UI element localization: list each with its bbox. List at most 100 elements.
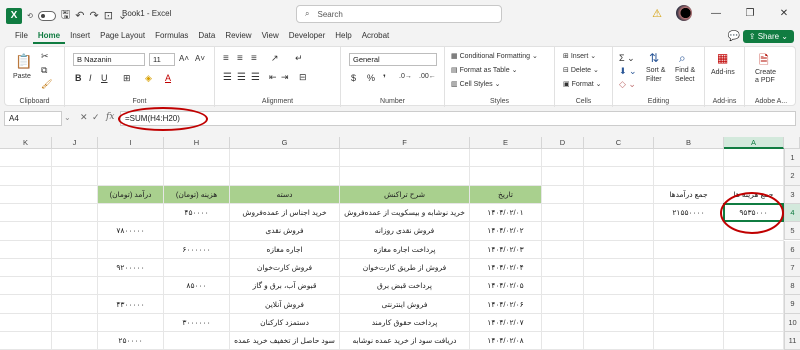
decrease-indent-icon[interactable]: ⇤ xyxy=(269,72,277,83)
tab-file[interactable]: File xyxy=(10,31,33,44)
create-pdf-button[interactable]: Create xyxy=(755,69,776,76)
cancel-icon[interactable]: ✕ xyxy=(80,112,88,123)
column-header-h[interactable]: H xyxy=(164,137,230,149)
row-header-6[interactable]: 6 xyxy=(784,240,800,259)
tab-formulas[interactable]: Formulas xyxy=(150,31,193,44)
tab-page-layout[interactable]: Page Layout xyxy=(95,31,150,44)
select-all-corner[interactable] xyxy=(784,137,800,149)
align-bottom-icon[interactable]: ≡ xyxy=(251,53,257,64)
paste-icon[interactable]: 📋 xyxy=(15,53,32,70)
tab-help[interactable]: Help xyxy=(330,31,356,44)
undo-icon[interactable]: ↶ xyxy=(75,9,84,22)
align-top-icon[interactable]: ≡ xyxy=(223,53,229,64)
delete-cells-button[interactable]: ⊟ Delete ⌄ xyxy=(563,66,599,74)
camera-icon[interactable]: ⊡ xyxy=(104,9,113,22)
align-left-icon[interactable]: ☰ xyxy=(223,72,232,83)
grow-font-icon[interactable]: A˄ xyxy=(179,54,189,63)
column-header-j[interactable]: J xyxy=(52,137,98,149)
sort-filter-button[interactable]: Sort & xyxy=(646,67,665,74)
align-center-icon[interactable]: ☰ xyxy=(237,72,246,83)
column-header-g[interactable]: G xyxy=(230,137,340,149)
row-header-1[interactable]: 1 xyxy=(784,149,800,168)
autosum-icon[interactable]: Σ ⌄ xyxy=(619,53,635,64)
minimize-icon[interactable]: — xyxy=(706,8,726,19)
orientation-icon[interactable]: ↗ xyxy=(271,53,279,64)
shrink-font-icon[interactable]: A˅ xyxy=(195,54,205,63)
column-header-b[interactable]: B xyxy=(654,137,724,149)
comma-style-icon[interactable]: ❜ xyxy=(383,73,386,84)
restore-icon[interactable]: ❐ xyxy=(740,8,760,19)
row-header-11[interactable]: 11 xyxy=(784,332,800,350)
row-header-4[interactable]: 4 xyxy=(784,203,800,223)
increase-indent-icon[interactable]: ⇥ xyxy=(281,72,289,83)
conditional-formatting-button[interactable]: ▦ Conditional Formatting ⌄ xyxy=(451,52,538,60)
align-middle-icon[interactable]: ≡ xyxy=(237,53,243,64)
column-header-a[interactable]: A xyxy=(724,137,784,149)
avatar[interactable] xyxy=(676,5,692,21)
row-header-10[interactable]: 10 xyxy=(784,313,800,332)
cell-styles-button[interactable]: ▥ Cell Styles ⌄ xyxy=(451,80,500,88)
merge-center-icon[interactable]: ⊟ xyxy=(299,72,307,83)
comment-icon[interactable]: 💬 xyxy=(728,31,740,42)
font-color-icon[interactable]: A xyxy=(165,73,171,83)
close-icon[interactable]: ✕ xyxy=(774,8,794,19)
cut-icon[interactable]: ✂ xyxy=(41,51,49,62)
enter-icon[interactable]: ✓ xyxy=(92,112,100,123)
tab-developer[interactable]: Developer xyxy=(284,31,330,44)
tab-view[interactable]: View xyxy=(257,31,284,44)
tab-review[interactable]: Review xyxy=(220,31,256,44)
tab-data[interactable]: Data xyxy=(193,31,220,44)
column-header-e[interactable]: E xyxy=(470,137,542,149)
insert-cells-button[interactable]: ⊞ Insert ⌄ xyxy=(563,52,596,60)
bold-icon[interactable]: B xyxy=(75,73,82,83)
formula-input[interactable]: =SUM(H4:H20) xyxy=(120,111,796,126)
autosave-toggle[interactable] xyxy=(37,10,56,21)
decrease-decimal-icon[interactable]: .00← xyxy=(419,73,436,80)
column-header-k[interactable]: K xyxy=(0,137,52,149)
row-header-2[interactable]: 2 xyxy=(784,167,800,186)
column-header-c[interactable]: C xyxy=(584,137,654,149)
search-input[interactable]: ⌕ Search xyxy=(296,5,502,23)
underline-icon[interactable]: U xyxy=(101,73,108,83)
currency-icon[interactable]: $ xyxy=(351,73,356,83)
clear-icon[interactable]: ◇ ⌄ xyxy=(619,79,636,90)
borders-icon[interactable]: ⊞ xyxy=(123,73,131,84)
spreadsheet-grid[interactable]: K J I H G F E D C B A 1 2 3 4 5 6 7 8 9 10 11 درآمد (تومان) هزی… xyxy=(0,137,800,350)
align-right-icon[interactable]: ☰ xyxy=(251,72,260,83)
column-header-i[interactable]: I xyxy=(98,137,164,149)
save-icon[interactable]: 🖫 xyxy=(61,6,70,25)
column-header-d[interactable]: D xyxy=(542,137,584,149)
sort-filter-icon[interactable]: ⇅ xyxy=(649,51,659,65)
format-painter-icon[interactable]: 🖌 xyxy=(41,79,52,90)
find-select-icon[interactable]: ⌕ xyxy=(679,51,686,66)
fill-color-icon[interactable]: ◈ xyxy=(145,73,152,84)
fill-icon[interactable]: ⬇ ⌄ xyxy=(619,66,637,77)
row-header-8[interactable]: 8 xyxy=(784,277,800,296)
wrap-text-icon[interactable]: ↵ xyxy=(295,53,303,64)
name-box-dropdown-icon[interactable]: ⌄ xyxy=(64,113,71,122)
tab-home[interactable]: Home xyxy=(32,31,66,44)
increase-decimal-icon[interactable]: .0→ xyxy=(399,73,412,80)
font-name-select[interactable]: B Nazanin xyxy=(73,53,145,66)
font-size-select[interactable]: 11 xyxy=(149,53,175,66)
find-select-button[interactable]: Find & xyxy=(675,67,695,74)
warning-icon[interactable]: ⚠ xyxy=(652,7,662,20)
row-header-5[interactable]: 5 xyxy=(784,222,800,241)
column-header-f[interactable]: F xyxy=(340,137,470,149)
row-header-9[interactable]: 9 xyxy=(784,295,800,314)
percent-icon[interactable]: % xyxy=(367,73,375,83)
addins-button[interactable]: Add-ins xyxy=(711,69,735,76)
tab-insert[interactable]: Insert xyxy=(65,31,95,44)
format-cells-button[interactable]: ▣ Format ⌄ xyxy=(563,80,602,88)
row-header-7[interactable]: 7 xyxy=(784,258,800,278)
redo-icon[interactable]: ↷ xyxy=(89,9,98,22)
paste-button[interactable]: Paste xyxy=(13,73,31,80)
insert-function-icon[interactable]: fx xyxy=(106,112,114,122)
format-as-table-button[interactable]: ▤ Format as Table ⌄ xyxy=(451,66,517,74)
name-box[interactable]: A4 xyxy=(4,111,62,126)
italic-icon[interactable]: I xyxy=(89,73,92,83)
row-header-3[interactable]: 3 xyxy=(784,185,800,204)
copy-icon[interactable]: ⧉ xyxy=(41,65,47,76)
addins-icon[interactable]: ▦ xyxy=(717,51,728,65)
share-button[interactable]: ⇪ Share ⌄ xyxy=(742,30,794,43)
